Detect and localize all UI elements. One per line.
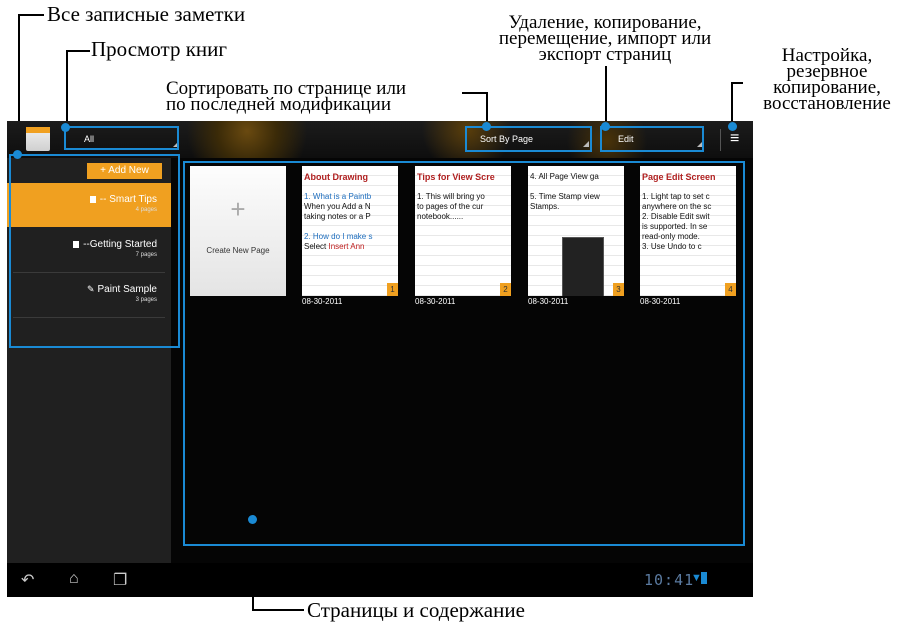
annotation-pages-content: Страницы и содержание: [307, 598, 525, 622]
leader-edit-v: [605, 66, 607, 128]
highlight-dot: [482, 122, 491, 131]
annotation-edit: Удаление, копирование, перемещение, импо…: [480, 13, 730, 65]
app-icon[interactable]: [26, 127, 50, 151]
annotation-view-books: Просмотр книг: [91, 37, 227, 61]
annotation-settings-line4: восстановление: [763, 93, 891, 114]
annotation-settings: Настройка, резервное копирование, восста…: [745, 46, 909, 114]
highlight-dot: [248, 515, 257, 524]
annotation-sort-line2: по последней модификации: [166, 94, 392, 115]
home-icon[interactable]: ⌂: [69, 570, 79, 588]
annotation-all-notebooks: Все записные заметки: [47, 2, 246, 26]
annotation-edit-line3: экспорт страниц: [538, 44, 672, 65]
battery-icon: [701, 572, 707, 584]
highlight-dot: [601, 122, 610, 131]
highlight-frame-sidebar: [9, 154, 180, 348]
clock: 10:41: [644, 571, 695, 589]
annotation-sort: Сортировать по странице или по последней…: [166, 79, 406, 115]
highlight-frame-content: [183, 161, 745, 546]
system-navigation-bar: ↶ ⌂ ❐ 10:41 ▼: [7, 563, 753, 597]
leader-view-books-h: [66, 50, 90, 52]
leader-all-notebooks-h: [18, 14, 44, 16]
highlight-frame-edit: [600, 126, 704, 152]
highlight-dot: [728, 122, 737, 131]
leader-pages-h: [252, 609, 304, 611]
highlight-dot: [61, 123, 70, 132]
leader-sort-h: [462, 92, 488, 94]
overflow-menu-icon[interactable]: ≡: [730, 131, 739, 147]
leader-view-books-v: [66, 50, 68, 128]
highlight-frame-filter: [64, 126, 179, 150]
highlight-dot: [13, 150, 22, 159]
recent-apps-icon[interactable]: ❐: [113, 570, 127, 590]
action-bar-divider: [720, 129, 721, 151]
back-icon[interactable]: ↶: [21, 570, 34, 590]
